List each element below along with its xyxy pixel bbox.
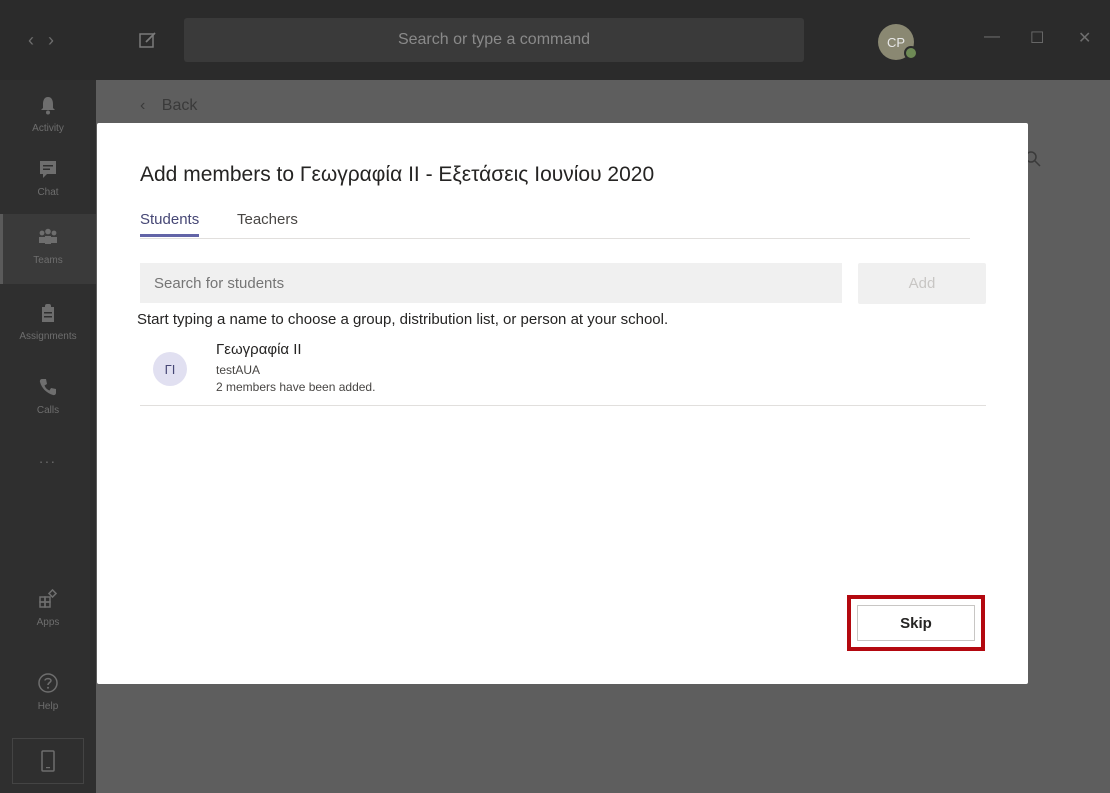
group-avatar: ΓΙ (153, 352, 187, 386)
command-search-bar[interactable]: Search or type a command (184, 18, 804, 62)
rail-item-assignments[interactable]: Assignments (0, 296, 96, 352)
rail-label: Activity (32, 123, 64, 134)
rail-label: Assignments (19, 331, 77, 342)
search-hint: Start typing a name to choose a group, d… (137, 311, 669, 328)
tab-teachers[interactable]: Teachers (237, 211, 298, 234)
rail-label: Help (37, 701, 59, 712)
rail-label: Teams (33, 255, 63, 266)
rail-item-chat[interactable]: Chat (0, 150, 96, 206)
assignments-icon (42, 304, 54, 322)
chat-icon (40, 161, 56, 178)
result-name: Γεωγραφία ΙΙ (216, 341, 302, 358)
help-icon (38, 673, 58, 693)
back-label: Back (161, 97, 198, 114)
device-button[interactable] (12, 738, 84, 784)
title-bar: ‹› Search or type a command CP — ☐ ✕ (0, 0, 1110, 80)
skip-button[interactable]: Skip (857, 605, 975, 641)
close-icon[interactable]: ✕ (1078, 28, 1091, 48)
dialog-title: Add members to Γεωγραφία ΙΙ - Εξετάσεις … (140, 163, 655, 186)
apps-icon (39, 588, 58, 608)
history-arrows: ‹› (28, 30, 68, 51)
result-subtitle: testAUA (216, 363, 261, 377)
forward-arrow-icon[interactable]: › (48, 30, 68, 50)
command-search-placeholder: Search or type a command (397, 31, 591, 48)
maximize-icon[interactable]: ☐ (1030, 28, 1044, 48)
rail-item-apps[interactable]: Apps (0, 582, 96, 638)
skip-highlight-box: Skip (847, 595, 985, 651)
app-rail: Activity Chat Teams Assignments Calls ..… (0, 80, 96, 793)
presence-indicator (904, 46, 918, 60)
group-initials: ΓΙ (164, 361, 176, 377)
rail-label: Chat (37, 187, 59, 198)
student-search-input[interactable] (140, 263, 842, 303)
tab-students[interactable]: Students (140, 211, 200, 237)
bell-icon (41, 97, 55, 115)
rail-label: Calls (36, 405, 60, 416)
add-members-dialog: Add members to Γεωγραφία ΙΙ - Εξετάσεις … (97, 123, 1028, 684)
phone-icon (39, 379, 56, 396)
chevron-left-icon: ‹ (140, 97, 146, 114)
user-initials: CP (886, 34, 906, 50)
rail-item-calls[interactable]: Calls (0, 370, 96, 426)
rail-item-help[interactable]: Help (0, 666, 96, 722)
rail-label: Apps (36, 617, 60, 628)
member-type-tabs: Students Teachers (140, 211, 970, 239)
back-arrow-icon[interactable]: ‹ (28, 30, 48, 50)
teams-icon (39, 228, 57, 244)
minimize-icon[interactable]: — (984, 28, 1000, 46)
compose-icon[interactable] (138, 30, 158, 50)
rail-item-teams[interactable]: Teams (0, 214, 96, 284)
result-status: 2 members have been added. (216, 380, 376, 394)
back-link[interactable]: ‹ Back (140, 97, 197, 115)
add-button[interactable]: Add (858, 263, 986, 304)
rail-item-activity[interactable]: Activity (0, 88, 96, 144)
rail-item-more[interactable]: ... (0, 450, 96, 480)
more-icon: ... (39, 450, 57, 466)
list-item[interactable]: ΓΙ Γεωγραφία ΙΙ testAUA 2 members have b… (140, 336, 986, 406)
mobile-device-icon (41, 750, 55, 772)
